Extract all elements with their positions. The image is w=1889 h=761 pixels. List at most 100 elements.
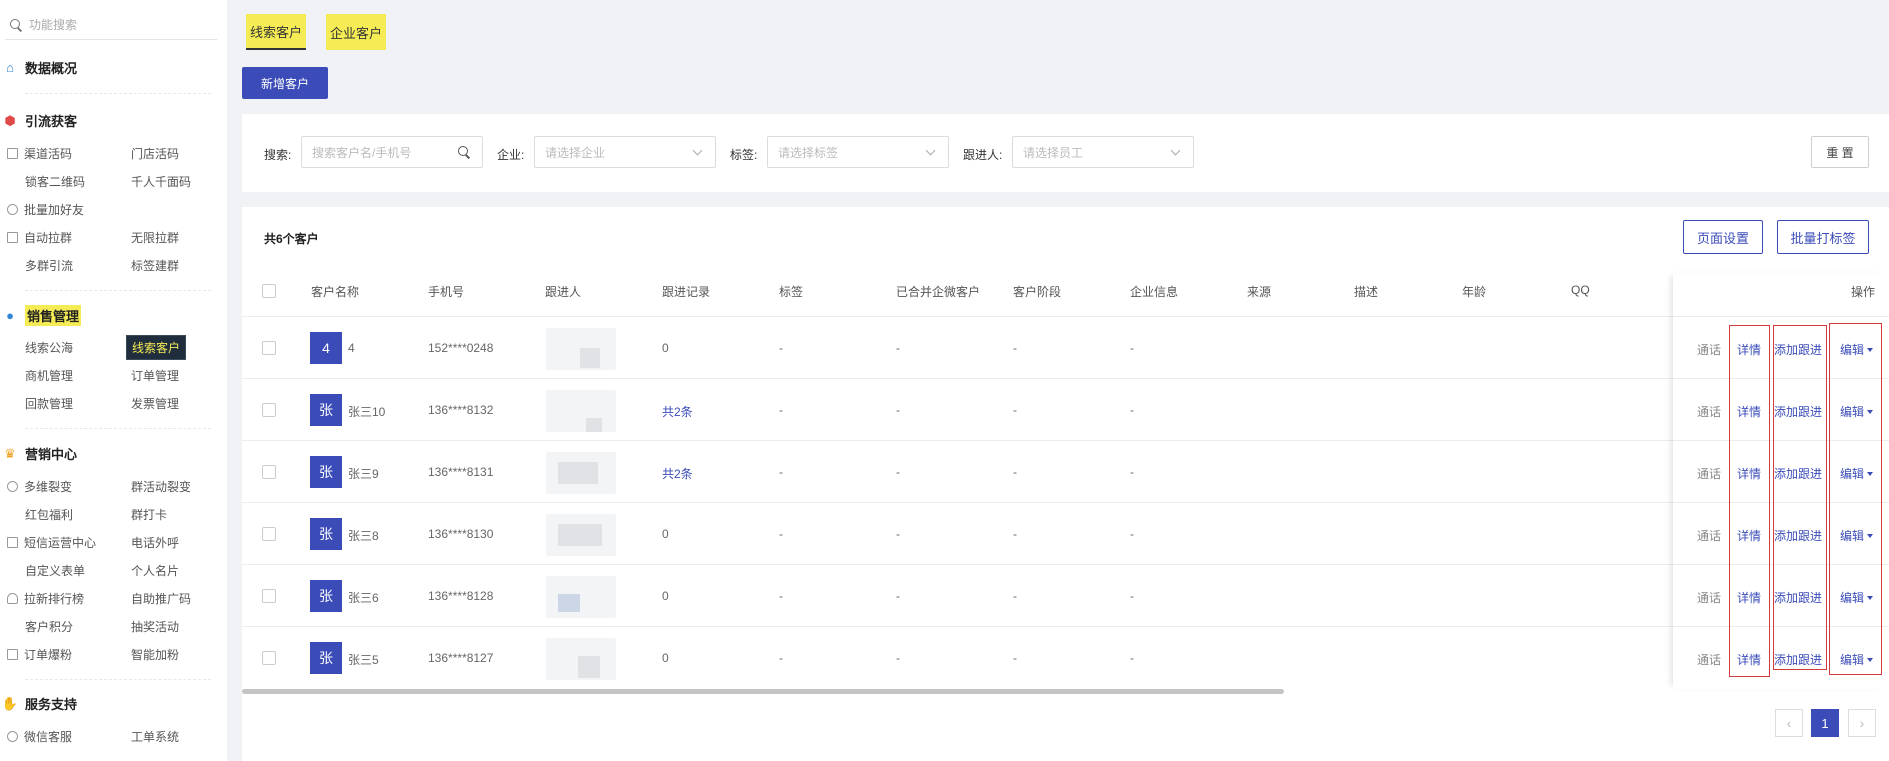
menu-ranking[interactable]: 拉新排行榜 <box>7 590 84 607</box>
tab-lead-customers[interactable]: 线索客户 <box>246 14 307 50</box>
row-checkbox[interactable] <box>262 465 276 479</box>
menu-group-fission[interactable]: 群活动裂变 <box>131 478 191 495</box>
menu-group-checkin[interactable]: 群打卡 <box>131 506 167 523</box>
column-header[interactable]: 已合并企微客户 <box>896 283 980 300</box>
call-link[interactable]: 通话 <box>1697 589 1721 606</box>
row-checkbox[interactable] <box>262 341 276 355</box>
column-header[interactable]: 描述 <box>1354 283 1378 300</box>
chevron-left-icon: ‹ <box>1786 715 1792 731</box>
row-checkbox[interactable] <box>262 651 276 665</box>
tag-label: 标签: <box>730 148 758 162</box>
home-icon: ⌂ <box>6 60 14 75</box>
menu-lead-pool[interactable]: 线索公海 <box>25 339 73 356</box>
menu-wechat-service[interactable]: 微信客服 <box>7 728 72 745</box>
prev-page-button[interactable]: ‹ <box>1775 709 1803 737</box>
menu-tag-group[interactable]: 标签建群 <box>131 257 179 274</box>
header-divider <box>242 316 1889 317</box>
menu-unlimited-group[interactable]: 无限拉群 <box>131 229 179 246</box>
menu-custom-form[interactable]: 自定义表单 <box>25 562 85 579</box>
menu-sms-center[interactable]: 短信运营中心 <box>7 534 96 551</box>
menu-channel-code[interactable]: 渠道活码 <box>7 145 72 162</box>
add-customer-button[interactable]: 新增客户 <box>242 67 328 99</box>
call-link[interactable]: 通话 <box>1697 527 1721 544</box>
stage-value: - <box>1013 341 1017 355</box>
menu-smart-add[interactable]: 智能加粉 <box>131 646 179 663</box>
call-link[interactable]: 通话 <box>1697 403 1721 420</box>
column-header[interactable]: 企业信息 <box>1130 283 1178 300</box>
menu-invoice[interactable]: 发票管理 <box>131 395 179 412</box>
menu-lottery[interactable]: 抽奖活动 <box>131 618 179 635</box>
call-link[interactable]: 通话 <box>1697 465 1721 482</box>
menu-lock-qr[interactable]: 锁客二维码 <box>25 173 85 190</box>
menu-orders[interactable]: 订单管理 <box>131 367 179 384</box>
badge-icon: ⬢ <box>4 113 16 128</box>
avatar: 张 <box>310 642 342 674</box>
search-icon[interactable] <box>458 146 470 158</box>
tag-value: - <box>779 465 783 479</box>
company-select[interactable]: 请选择企业 <box>534 136 716 168</box>
row-checkbox[interactable] <box>262 527 276 541</box>
menu-lead-customers[interactable]: 线索客户 <box>126 335 187 360</box>
customer-name[interactable]: 张三8 <box>348 527 379 544</box>
follow-record: 0 <box>662 651 669 665</box>
customer-name[interactable]: 4 <box>348 341 355 355</box>
menu-order-boost[interactable]: 订单爆粉 <box>7 646 72 663</box>
select-all-checkbox[interactable] <box>262 284 276 298</box>
menu-auto-group[interactable]: 自动拉群 <box>7 229 72 246</box>
annotation-box-add-follow <box>1773 325 1827 670</box>
tag-select[interactable]: 请选择标签 <box>767 136 949 168</box>
customer-name[interactable]: 张三10 <box>348 403 385 420</box>
menu-business-card[interactable]: 个人名片 <box>131 562 179 579</box>
menu-opportunity[interactable]: 商机管理 <box>25 367 73 384</box>
row-checkbox[interactable] <box>262 589 276 603</box>
reset-button[interactable]: 重 置 <box>1811 136 1869 168</box>
chevron-down-icon <box>692 145 703 156</box>
sidebar-section-overview[interactable]: ⌂ 数据概况 <box>0 58 212 77</box>
row-divider <box>242 564 1889 565</box>
column-header[interactable]: QQ <box>1571 283 1590 297</box>
avatar: 张 <box>310 518 342 550</box>
row-checkbox[interactable] <box>262 403 276 417</box>
function-search-input[interactable]: 功能搜索 <box>5 10 217 40</box>
next-page-button[interactable]: › <box>1848 709 1876 737</box>
menu-payment[interactable]: 回款管理 <box>25 395 73 412</box>
menu-batch-add[interactable]: 批量加好友 <box>7 201 84 218</box>
menu-points[interactable]: 客户积分 <box>25 618 73 635</box>
merged-value: - <box>896 527 900 541</box>
follower-select[interactable]: 请选择员工 <box>1012 136 1194 168</box>
menu-promo-code[interactable]: 自助推广码 <box>131 590 191 607</box>
menu-store-code[interactable]: 门店活码 <box>131 145 179 162</box>
tag-value: - <box>779 651 783 665</box>
company-value: - <box>1130 651 1134 665</box>
menu-multi-fission[interactable]: 多维裂变 <box>7 478 72 495</box>
follow-record-link[interactable]: 共2条 <box>662 465 693 482</box>
menu-multi-group[interactable]: 多群引流 <box>25 257 73 274</box>
customer-name[interactable]: 张三9 <box>348 465 379 482</box>
column-header[interactable]: 来源 <box>1247 283 1271 300</box>
follower-redacted <box>546 638 616 680</box>
customer-name[interactable]: 张三5 <box>348 651 379 668</box>
column-header[interactable]: 跟进记录 <box>662 283 710 300</box>
horizontal-scrollbar[interactable] <box>242 689 1284 694</box>
menu-ticket-system[interactable]: 工单系统 <box>131 728 179 745</box>
menu-phone-call[interactable]: 电话外呼 <box>131 534 179 551</box>
column-header[interactable]: 客户阶段 <box>1013 283 1061 300</box>
customer-search-input[interactable]: 搜索客户名/手机号 <box>301 136 483 168</box>
column-header[interactable]: 年龄 <box>1462 283 1486 300</box>
page-settings-button[interactable]: 页面设置 <box>1683 220 1763 254</box>
tab-enterprise-customers[interactable]: 企业客户 <box>326 14 387 50</box>
column-header[interactable]: 客户名称 <box>311 283 359 300</box>
users-icon <box>7 204 18 215</box>
sidebar-section-service: ✋ 服务支持 <box>0 694 212 713</box>
page-number-button[interactable]: 1 <box>1811 709 1839 737</box>
call-link[interactable]: 通话 <box>1697 341 1721 358</box>
call-link[interactable]: 通话 <box>1697 651 1721 668</box>
menu-red-packet[interactable]: 红包福利 <box>25 506 73 523</box>
column-header[interactable]: 标签 <box>779 283 803 300</box>
batch-tag-button[interactable]: 批量打标签 <box>1777 220 1869 254</box>
column-header[interactable]: 手机号 <box>428 283 464 300</box>
customer-name[interactable]: 张三6 <box>348 589 379 606</box>
follow-record-link[interactable]: 共2条 <box>662 403 693 420</box>
column-header[interactable]: 跟进人 <box>545 283 581 300</box>
menu-thousand-faces[interactable]: 千人千面码 <box>131 173 191 190</box>
